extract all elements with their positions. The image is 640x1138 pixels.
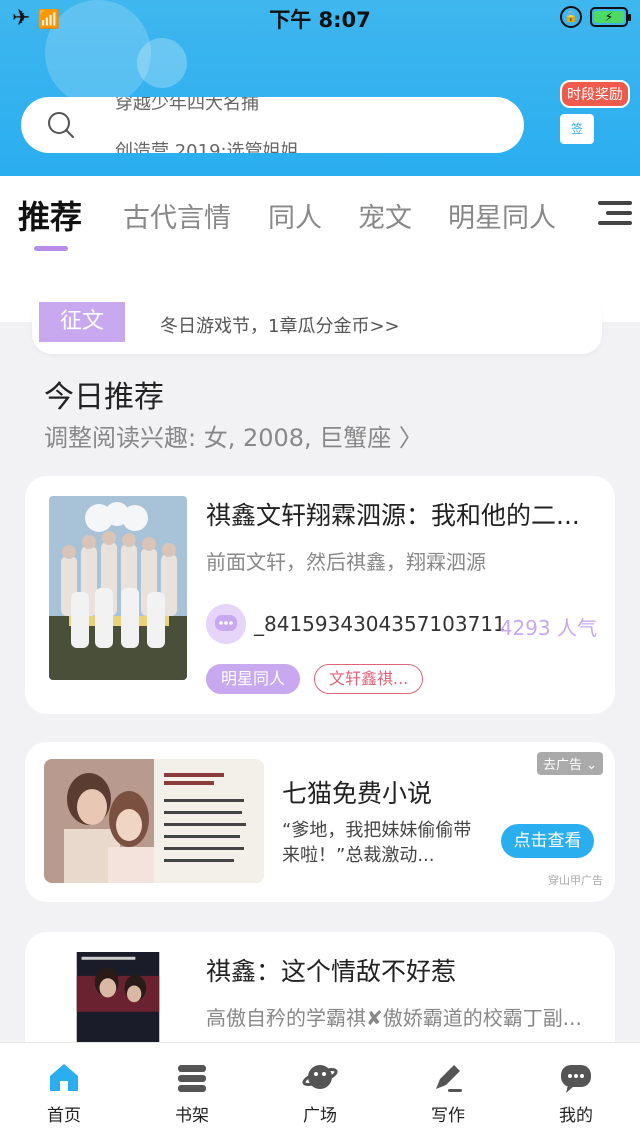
book-title: 祺鑫：这个情敌不好惹 [206,957,457,986]
ad-description: “爹地，我把妹妹偷偷带来啦！”总裁激动... [282,820,472,866]
notice-text: 冬日游戏节，1章瓜分金币>> [160,316,400,337]
profile-chat-icon [561,1065,591,1093]
pen-icon [436,1065,462,1092]
chat-bubble-icon [206,604,246,644]
pairing-tag[interactable]: 文轩鑫祺... [314,664,424,694]
genre-tag[interactable]: 明星同人 [206,664,301,694]
ad-source: 穿山甲广告 [548,874,603,887]
search-suggestion: 创造营 2019:选管姐姐 [115,141,299,153]
reward-tag: 时段奖励 [560,80,630,108]
book-description: 高傲自矜的学霸祺✘傲娇霸道的校霸丁副... [206,1006,582,1030]
ad-image [44,759,264,883]
home-icon [50,1064,78,1091]
interest-settings-link[interactable]: 调整阅读兴趣: 女, 2008, 巨蟹座 〉 [44,418,423,453]
book-description: 前面文轩，然后祺鑫，翔霖泗源 [206,550,486,574]
tab-pampering[interactable]: 宠文 [358,196,412,235]
ad-title: 七猫免费小说 [282,779,433,808]
section-title: 今日推荐 [44,380,164,415]
tab-recommend[interactable]: 推荐 [18,192,82,238]
decor-bubble [137,38,187,88]
reward-button[interactable]: 时段奖励 签 [556,80,630,150]
ad-card[interactable]: 七猫免费小说 “爹地，我把妹妹偷偷带来啦！”总裁激动... 去广告 ⌄ 点击查看… [25,742,615,902]
author-name: _8415934304357103711 [254,612,506,636]
bottom-nav: 首页 书架 广场 写作 我的 [0,1042,640,1138]
nav-home[interactable]: 首页 [24,1059,104,1126]
rotation-lock-icon: 🔒 [560,6,582,28]
nav-write[interactable]: 写作 [408,1059,488,1126]
book-card[interactable]: 祺鑫：这个情敌不好惹 高傲自矜的学霸祺✘傲娇霸道的校霸丁副... [25,932,615,1062]
status-time: 下午 8:07 [269,8,371,32]
tab-celebrity-fanfic[interactable]: 明星同人 [448,196,556,235]
book-card[interactable]: 祺鑫文轩翔霖泗源：我和他的二... 前面文轩，然后祺鑫，翔霖泗源 _841593… [25,476,615,714]
search-suggestion: 穿越少年四大名捕 [115,97,259,114]
status-bar: ✈ ︎📶 下午 8:07 🔒 ⚡ [0,0,640,36]
book-title: 祺鑫文轩翔霖泗源：我和他的二... [206,501,580,530]
search-icon [48,112,74,138]
menu-icon[interactable] [596,198,634,228]
view-ad-button[interactable]: 点击查看 [501,824,594,858]
tab-indicator [34,246,68,251]
category-tabs: 推荐 古代言情 同人 宠文 明星同人 [0,176,640,256]
nav-mine[interactable]: 我的 [536,1059,616,1126]
nav-square[interactable]: 广场 [280,1059,360,1126]
tab-ancient-romance[interactable]: 古代言情 [123,196,231,235]
tab-fanfic[interactable]: 同人 [268,196,322,235]
popularity-count: 4293 人气 [499,616,597,640]
search-bar[interactable]: 穿越少年四大名捕 创造营 2019:选管姐姐 [21,97,524,153]
contest-notice[interactable]: 征文 冬日游戏节，1章瓜分金币>> [32,296,602,354]
bookshelf-icon [178,1065,206,1092]
nav-bookshelf[interactable]: 书架 [152,1059,232,1126]
gift-icon: 签 [560,114,594,144]
battery-icon: ⚡ [590,7,631,27]
planet-icon [302,1065,338,1089]
status-right: 🔒 ⚡ [560,6,631,28]
remove-ad-button[interactable]: 去广告 ⌄ [536,752,603,775]
book-cover-image [49,496,187,680]
header: ✈ ︎📶 下午 8:07 🔒 ⚡ 穿越少年四大名捕 创造营 2019:选管姐姐 … [0,0,640,176]
notice-badge: 征文 [39,302,125,342]
